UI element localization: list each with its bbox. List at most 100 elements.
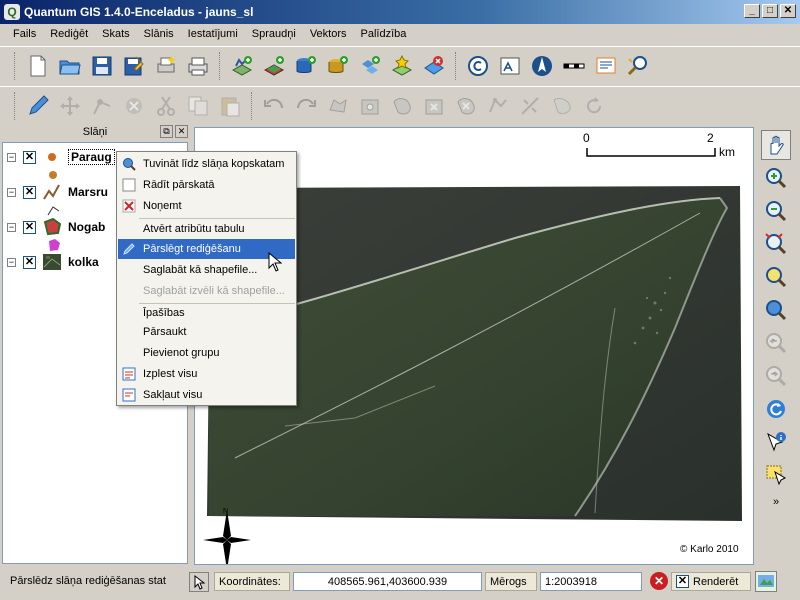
zoom-last-icon[interactable] bbox=[761, 328, 791, 358]
menu-spraudni[interactable]: Spraudņi bbox=[245, 28, 303, 40]
cut-features-icon[interactable] bbox=[151, 91, 181, 121]
menu-vektors[interactable]: Vektors bbox=[303, 28, 354, 40]
identify-feature-icon[interactable] bbox=[623, 51, 653, 81]
zoom-to-layer-icon[interactable] bbox=[761, 295, 791, 325]
remove-layer-icon[interactable] bbox=[419, 51, 449, 81]
coordinates-field[interactable]: 408565.961,403600.939 bbox=[293, 572, 482, 591]
delete-selected-icon[interactable] bbox=[119, 91, 149, 121]
new-vector-layer-icon[interactable] bbox=[387, 51, 417, 81]
zoom-next-icon[interactable] bbox=[761, 361, 791, 391]
simplify-feature-icon[interactable] bbox=[323, 91, 353, 121]
scale-bar-icon[interactable] bbox=[559, 51, 589, 81]
menu-rediget[interactable]: Rediģēt bbox=[43, 28, 95, 40]
zoom-in-icon[interactable] bbox=[761, 163, 791, 193]
toolbar-grip[interactable] bbox=[14, 51, 17, 80]
pan-icon[interactable] bbox=[761, 130, 791, 160]
copyright-label-icon[interactable] bbox=[463, 51, 493, 81]
zoom-out-icon[interactable] bbox=[761, 196, 791, 226]
toolbar-grip[interactable] bbox=[14, 91, 17, 120]
layer-visibility-checkbox[interactable]: ✕ bbox=[23, 220, 36, 234]
add-vector-layer-icon[interactable] bbox=[227, 51, 257, 81]
add-wms-layer-icon[interactable] bbox=[355, 51, 385, 81]
open-project-icon[interactable] bbox=[55, 51, 85, 81]
menu-skats[interactable]: Skats bbox=[95, 28, 137, 40]
menu-item-rename[interactable]: Pārsaukt bbox=[118, 322, 295, 342]
select-features-icon[interactable] bbox=[761, 460, 791, 490]
menu-item-zoom-to-layer[interactable]: Tuvināt līdz slāņa kopskatam bbox=[118, 154, 295, 174]
menu-iestatijumi[interactable]: Iestatījumi bbox=[181, 28, 245, 40]
panel-close-button[interactable]: ✕ bbox=[175, 125, 188, 138]
layer-name[interactable]: Marsru bbox=[68, 185, 108, 199]
toggle-editing-icon[interactable] bbox=[23, 91, 53, 121]
layer-name[interactable]: Paraug bbox=[68, 149, 115, 165]
node-tool-icon[interactable] bbox=[87, 91, 117, 121]
menu-item-save-selection-as-shapefile[interactable]: Saglabāt izvēli kā shapefile... bbox=[118, 281, 295, 301]
collapse-toggle[interactable]: − bbox=[7, 257, 16, 267]
identify-icon[interactable] bbox=[761, 427, 791, 457]
add-raster-layer-icon[interactable] bbox=[259, 51, 289, 81]
menu-fails[interactable]: Fails bbox=[6, 28, 43, 40]
reshape-features-icon[interactable] bbox=[483, 91, 513, 121]
north-arrow bbox=[203, 510, 251, 564]
menu-palidziba[interactable]: Palīdzība bbox=[354, 28, 414, 40]
zoom-full-icon[interactable] bbox=[761, 229, 791, 259]
mouse-coords-toggle-icon[interactable] bbox=[189, 572, 209, 592]
minimize-button[interactable]: _ bbox=[744, 4, 760, 18]
layer-visibility-checkbox[interactable]: ✕ bbox=[23, 150, 36, 164]
redo-icon[interactable] bbox=[291, 91, 321, 121]
layer-name[interactable]: Nogab bbox=[68, 220, 105, 234]
paste-features-icon[interactable] bbox=[215, 91, 245, 121]
menu-item-add-group[interactable]: Pievienot grupu bbox=[118, 343, 295, 363]
menu-item-open-attribute-table[interactable]: Atvērt atribūtu tabulu bbox=[118, 219, 295, 239]
scale-bar-unit: km bbox=[719, 145, 735, 159]
collapse-toggle[interactable]: − bbox=[7, 152, 16, 162]
add-label-icon[interactable] bbox=[495, 51, 525, 81]
layer-row-marsru[interactable]: − ✕ Marsru bbox=[7, 182, 108, 202]
layer-row-paraug[interactable]: − ✕ Paraug bbox=[7, 147, 115, 167]
add-postgis-layer-icon[interactable] bbox=[291, 51, 321, 81]
delete-part-icon[interactable] bbox=[451, 91, 481, 121]
maximize-button[interactable]: □ bbox=[762, 4, 778, 18]
print-icon[interactable] bbox=[183, 51, 213, 81]
menu-item-collapse-all[interactable]: Sakļaut visu bbox=[118, 385, 295, 405]
north-arrow-icon[interactable] bbox=[527, 51, 557, 81]
more-tools-chevron-icon[interactable]: » bbox=[761, 493, 791, 511]
panel-float-button[interactable]: ⧉ bbox=[160, 125, 173, 138]
layer-visibility-checkbox[interactable]: ✕ bbox=[23, 255, 36, 269]
add-spatialite-layer-icon[interactable] bbox=[323, 51, 353, 81]
add-island-icon[interactable] bbox=[387, 91, 417, 121]
render-checkbox[interactable]: ✕ bbox=[676, 575, 689, 588]
layer-row-nogab[interactable]: − ✕ Nogab bbox=[7, 217, 105, 237]
render-toggle[interactable]: ✕ Renderēt bbox=[671, 572, 751, 591]
window-title: Quantum GIS 1.4.0-Enceladus - jauns_sl bbox=[24, 5, 254, 19]
menu-item-properties[interactable]: Īpašības bbox=[118, 303, 295, 323]
add-ring-icon[interactable] bbox=[355, 91, 385, 121]
stop-render-icon[interactable]: ✕ bbox=[650, 572, 668, 590]
projection-status-icon[interactable] bbox=[755, 571, 777, 592]
scale-field[interactable]: 1:2003918 bbox=[540, 572, 642, 591]
layer-row-kolka[interactable]: − ✕ kolka bbox=[7, 252, 99, 272]
delete-ring-icon[interactable] bbox=[419, 91, 449, 121]
menu-slanis[interactable]: Slānis bbox=[137, 28, 181, 40]
copy-features-icon[interactable] bbox=[183, 91, 213, 121]
collapse-toggle[interactable]: − bbox=[7, 187, 16, 197]
refresh-icon[interactable] bbox=[761, 394, 791, 424]
move-feature-icon[interactable] bbox=[55, 91, 85, 121]
text-annotation-icon[interactable] bbox=[591, 51, 621, 81]
menu-item-expand-all[interactable]: Izplest visu bbox=[118, 364, 295, 384]
menu-item-remove[interactable]: Noņemt bbox=[118, 196, 295, 216]
layer-name[interactable]: kolka bbox=[68, 255, 99, 269]
rotate-symbols-icon[interactable] bbox=[579, 91, 609, 121]
layer-visibility-checkbox[interactable]: ✕ bbox=[23, 185, 36, 199]
save-as-icon[interactable] bbox=[119, 51, 149, 81]
new-print-composer-icon[interactable] bbox=[151, 51, 181, 81]
merge-features-icon[interactable] bbox=[547, 91, 577, 121]
collapse-toggle[interactable]: − bbox=[7, 222, 16, 232]
save-project-icon[interactable] bbox=[87, 51, 117, 81]
menu-item-show-in-overview[interactable]: Rādīt pārskatā bbox=[118, 175, 295, 195]
split-features-icon[interactable] bbox=[515, 91, 545, 121]
new-project-icon[interactable] bbox=[23, 51, 53, 81]
zoom-to-selection-icon[interactable] bbox=[761, 262, 791, 292]
undo-icon[interactable] bbox=[259, 91, 289, 121]
close-button[interactable]: ✕ bbox=[780, 4, 796, 18]
